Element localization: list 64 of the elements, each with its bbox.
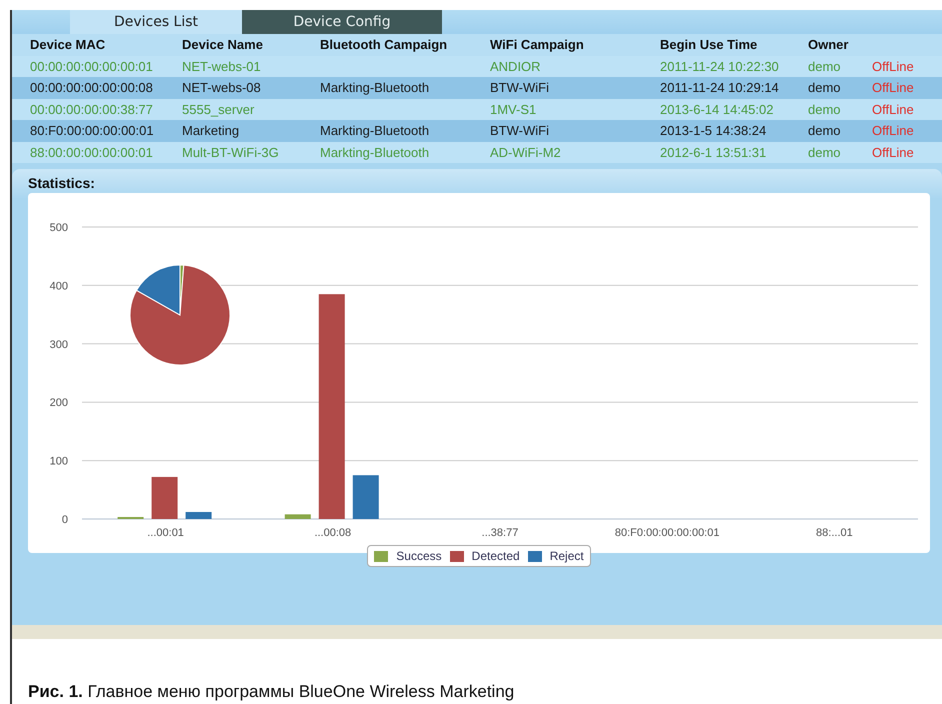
table-cell: 5555_server bbox=[164, 98, 302, 120]
table-cell: 00:00:00:00:00:00:08 bbox=[12, 77, 164, 98]
table-cell: demo bbox=[790, 120, 854, 142]
axis-tick-label: 0 bbox=[62, 514, 68, 526]
legend-swatch bbox=[528, 550, 542, 562]
axis-tick-label: 300 bbox=[50, 338, 68, 351]
status-cell: OffLine bbox=[854, 98, 942, 120]
column-header: Device Name bbox=[164, 34, 302, 56]
table-cell: 00:00:00:00:00:38:77 bbox=[12, 98, 164, 120]
table-cell: Mult-BT-WiFi-3G bbox=[164, 142, 302, 163]
table-cell: BTW-WiFi bbox=[472, 77, 642, 98]
column-header: WiFi Campaign bbox=[472, 34, 642, 56]
axis-tick-label: ...38:77 bbox=[482, 527, 518, 539]
axis-tick-label: ...00:01 bbox=[147, 527, 184, 539]
axis-tick-label: ...00:08 bbox=[314, 527, 352, 539]
table-cell: Markting-Bluetooth bbox=[302, 142, 472, 163]
table-cell: 2013-6-14 14:45:02 bbox=[642, 98, 790, 120]
table-cell: demo bbox=[790, 56, 854, 77]
bar bbox=[284, 514, 311, 519]
axis-tick-label: 200 bbox=[50, 397, 68, 410]
status-cell: OffLine bbox=[854, 120, 942, 142]
table-cell: 2011-11-24 10:22:30 bbox=[642, 56, 790, 77]
table-cell: 2011-11-24 10:29:14 bbox=[642, 77, 790, 98]
legend-swatch bbox=[450, 550, 464, 562]
bar bbox=[352, 475, 379, 519]
table-cell: NET-webs-01 bbox=[164, 56, 302, 77]
table-cell: 2012-6-1 13:51:31 bbox=[642, 142, 790, 163]
table-cell: Markting-Bluetooth bbox=[302, 77, 472, 98]
table-cell: ANDIOR bbox=[472, 56, 642, 77]
axis-tick-label: 400 bbox=[50, 280, 68, 292]
table-cell: demo bbox=[790, 77, 854, 98]
table-cell: 88:00:00:00:00:00:01 bbox=[12, 142, 164, 163]
column-header: Bluetooth Campaign bbox=[302, 34, 472, 56]
column-header: Owner bbox=[790, 34, 854, 56]
table-cell: 1MV-S1 bbox=[472, 98, 642, 120]
table-cell: Marketing bbox=[164, 120, 302, 142]
status-cell: OffLine bbox=[854, 56, 942, 77]
column-header: Device MAC bbox=[12, 34, 164, 56]
legend-swatch bbox=[374, 550, 388, 562]
axis-tick-label: 100 bbox=[50, 456, 68, 468]
legend-label: Detected bbox=[472, 548, 520, 565]
table-cell: BTW-WiFi bbox=[472, 120, 642, 142]
legend-label: Reject bbox=[550, 548, 584, 565]
bar bbox=[152, 476, 178, 519]
tab[interactable]: Device Config bbox=[242, 10, 442, 34]
status-cell: OffLine bbox=[854, 142, 942, 163]
table-cell: demo bbox=[790, 142, 854, 163]
axis-tick-label: 88:...01 bbox=[816, 527, 853, 539]
table-cell: 80:F0:00:00:00:00:01 bbox=[12, 120, 164, 142]
column-header: Begin Use Time bbox=[642, 34, 790, 56]
bar bbox=[186, 512, 212, 519]
axis-tick-label: 80:F0:00:00:00:00:01 bbox=[614, 527, 720, 539]
figure-caption: Рис. 1. Главное меню программы BlueOne Wireless Marketing bbox=[27, 681, 516, 703]
table-cell: AD-WiFi-M2 bbox=[472, 142, 642, 163]
section-title: Statistics: bbox=[28, 174, 96, 193]
table-cell: NET-webs-08 bbox=[164, 77, 302, 98]
axis-tick-label: 500 bbox=[50, 222, 68, 234]
table-cell: Markting-Bluetooth bbox=[302, 120, 472, 142]
table-cell: 00:00:00:00:00:00:01 bbox=[12, 56, 164, 77]
table-cell: 2013-1-5 14:38:24 bbox=[642, 120, 790, 142]
status-cell: OffLine bbox=[854, 77, 942, 98]
table-cell: demo bbox=[790, 98, 854, 120]
tab[interactable]: Devices List bbox=[70, 10, 242, 34]
legend-label: Success bbox=[396, 548, 442, 565]
